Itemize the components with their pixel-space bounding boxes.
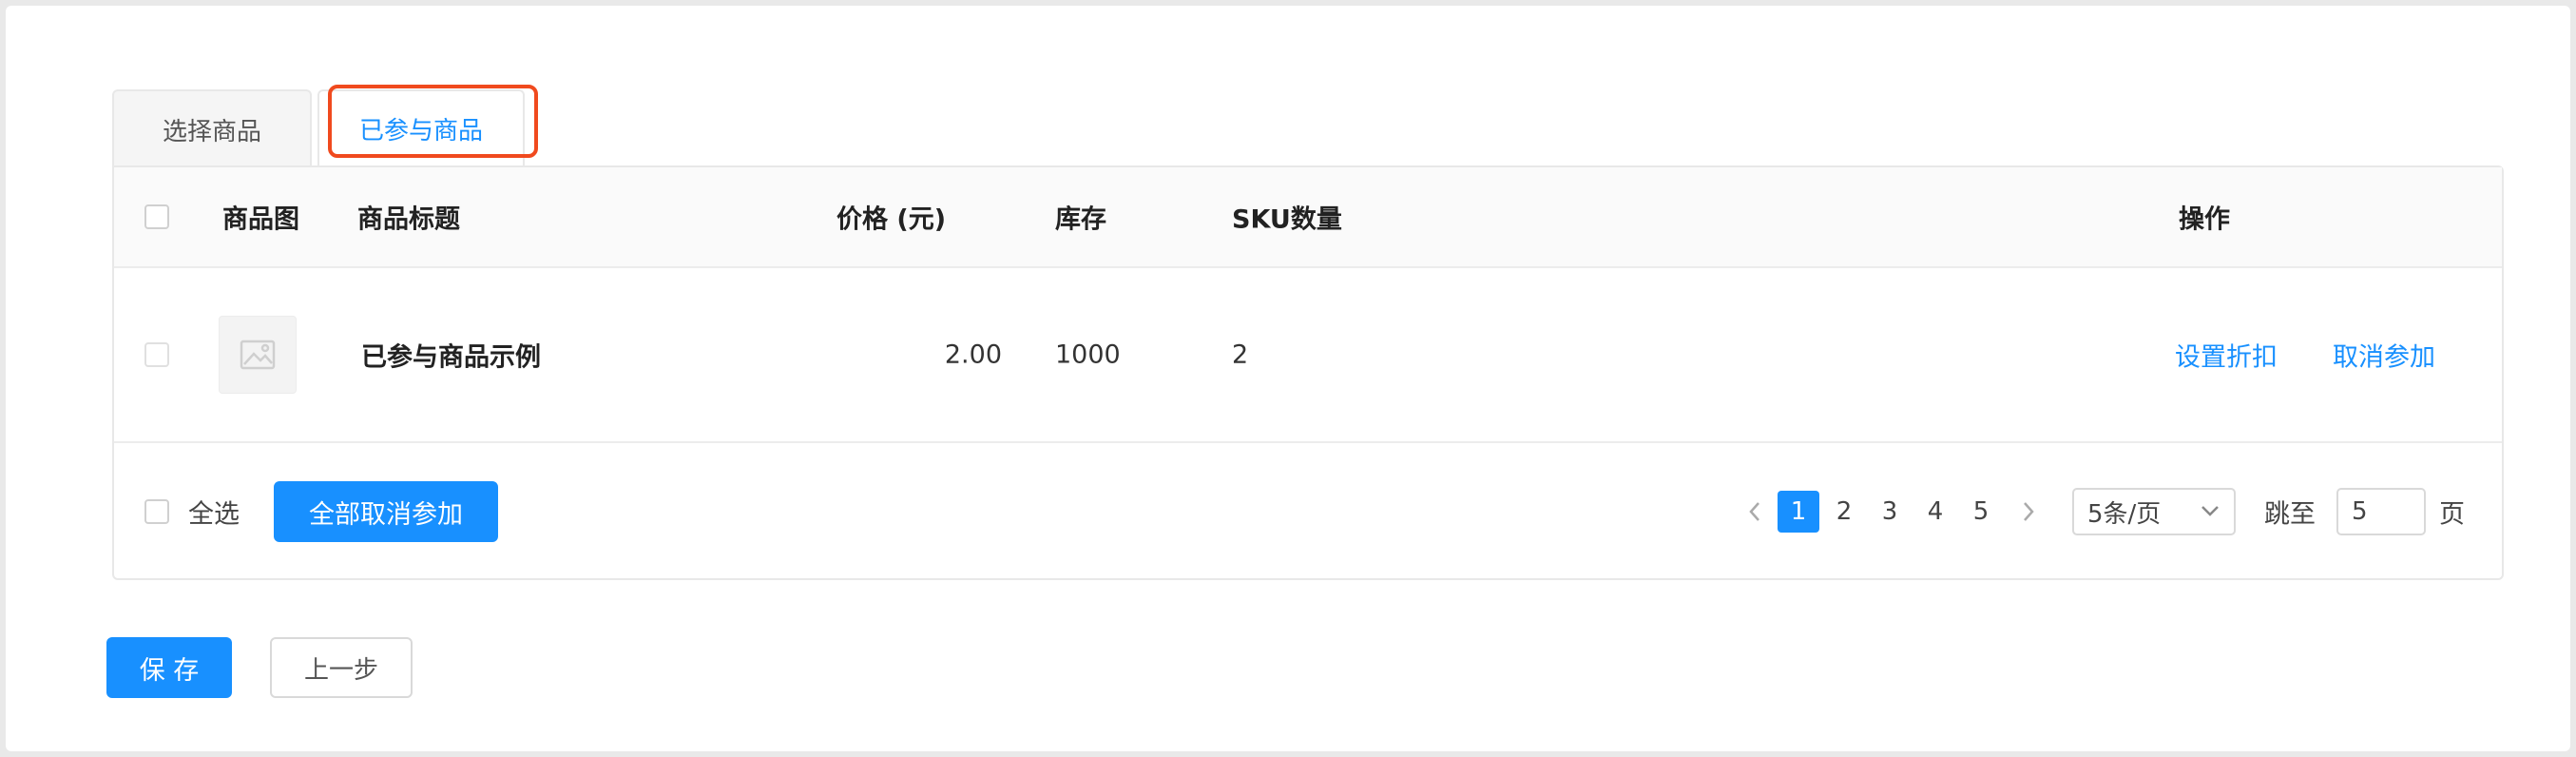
product-sku-count: 2 xyxy=(1232,340,1249,370)
chevron-down-icon xyxy=(2200,499,2220,528)
image-placeholder-icon xyxy=(240,340,276,370)
jump-page-input[interactable] xyxy=(2336,488,2426,535)
previous-step-button[interactable]: 上一步 xyxy=(270,637,413,698)
product-stock: 1000 xyxy=(1055,340,1121,370)
page-1[interactable]: 1 xyxy=(1778,491,1819,533)
page-card: 选择商品 已参与商品 商品图 商品标题 价格 (元) 库存 SKU数量 操作 已… xyxy=(6,6,2570,751)
header-stock: 库存 xyxy=(1055,204,1106,235)
header-image: 商品图 xyxy=(222,204,299,235)
select-all-label: 全选 xyxy=(188,499,240,530)
header-price: 价格 (元) xyxy=(836,204,947,235)
page-suffix-label: 页 xyxy=(2439,499,2465,530)
page-size-value: 5条/页 xyxy=(2087,499,2162,529)
tab-joined-goods[interactable]: 已参与商品 xyxy=(317,89,525,167)
jump-label: 跳至 xyxy=(2264,499,2316,530)
header-actions: 操作 xyxy=(2179,204,2230,235)
table-footer: 全选 全部取消参加 1 2 3 4 5 5条/页 跳至 页 xyxy=(114,443,2502,580)
next-page-icon[interactable] xyxy=(2015,498,2042,525)
previous-step-button-label: 上一步 xyxy=(303,655,378,685)
goods-table: 商品图 商品标题 价格 (元) 库存 SKU数量 操作 已参与商品示例 2.00… xyxy=(112,165,2504,580)
cancel-participation-link[interactable]: 取消参加 xyxy=(2333,337,2435,374)
save-button[interactable]: 保 存 xyxy=(106,637,232,698)
row-checkbox[interactable] xyxy=(144,342,169,367)
page-2[interactable]: 2 xyxy=(1823,491,1865,533)
page-3[interactable]: 3 xyxy=(1869,491,1911,533)
header-sku: SKU数量 xyxy=(1232,204,1342,235)
table-row: 已参与商品示例 2.00 1000 2 设置折扣 取消参加 xyxy=(114,268,2502,443)
cancel-all-button-label: 全部取消参加 xyxy=(309,499,463,530)
save-button-label: 保 存 xyxy=(139,655,200,686)
tab-select-goods-label: 选择商品 xyxy=(162,117,261,146)
product-title: 已参与商品示例 xyxy=(361,342,541,373)
product-price: 2.00 xyxy=(944,340,1002,370)
page-size-select[interactable]: 5条/页 xyxy=(2072,488,2236,535)
tab-joined-goods-label: 已参与商品 xyxy=(358,116,483,146)
table-header: 商品图 商品标题 价格 (元) 库存 SKU数量 操作 xyxy=(114,167,2502,268)
header-title: 商品标题 xyxy=(357,204,460,235)
page-4[interactable]: 4 xyxy=(1914,491,1956,533)
header-checkbox[interactable] xyxy=(144,204,169,229)
product-thumbnail xyxy=(219,316,297,394)
tab-select-goods[interactable]: 选择商品 xyxy=(112,89,312,167)
prev-page-icon[interactable] xyxy=(1741,498,1768,525)
set-discount-link[interactable]: 设置折扣 xyxy=(2175,337,2278,374)
cancel-all-button[interactable]: 全部取消参加 xyxy=(274,481,498,542)
page-5[interactable]: 5 xyxy=(1960,491,2002,533)
select-all-checkbox[interactable] xyxy=(144,499,169,524)
